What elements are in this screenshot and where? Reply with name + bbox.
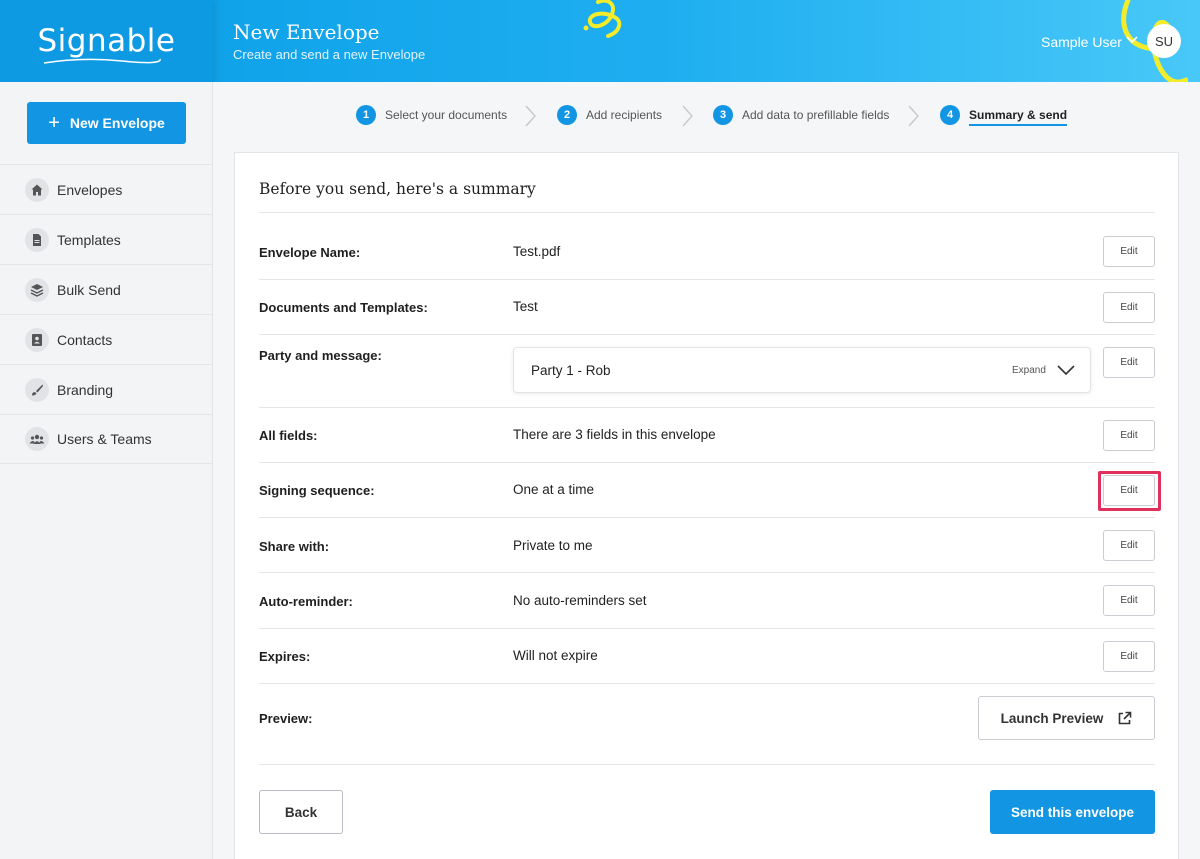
envelope-name-label: Envelope Name:	[259, 245, 361, 260]
auto-reminder-value: No auto-reminders set	[513, 593, 647, 608]
document-icon	[25, 227, 49, 252]
step-label: Add recipients	[586, 108, 663, 122]
chevron-down-icon[interactable]	[1056, 363, 1076, 377]
sidebar: + New Envelope Envelopes Templates Bulk …	[0, 82, 213, 859]
divider	[259, 683, 1155, 684]
sidebar-item-label: Bulk Send	[57, 281, 121, 298]
auto-reminder-label: Auto-reminder:	[259, 594, 353, 609]
logo-swoosh-icon	[43, 58, 161, 64]
divider	[259, 764, 1155, 765]
expires-label: Expires:	[259, 649, 311, 664]
signing-sequence-label: Signing sequence:	[259, 483, 375, 498]
step-label: Select your documents	[385, 108, 508, 122]
envelope-name-value: Test.pdf	[513, 244, 561, 259]
sidebar-item-label: Contacts	[57, 331, 113, 348]
documents-templates-value: Test	[513, 299, 538, 314]
sidebar-item-label: Envelopes	[57, 181, 123, 198]
logo-text: Signable	[37, 23, 176, 59]
signing-sequence-value: One at a time	[513, 482, 595, 497]
back-button[interactable]: Back	[259, 790, 343, 834]
home-icon	[25, 177, 49, 202]
edit-fields-button[interactable]: Edit	[1103, 420, 1155, 451]
edit-expiry-button[interactable]: Edit	[1103, 641, 1155, 672]
divider	[259, 407, 1155, 408]
step-number: 1	[356, 105, 376, 125]
step-summary-send[interactable]: 4 Summary & send	[940, 104, 1068, 126]
step-prefillable-fields[interactable]: 3 Add data to prefillable fields	[713, 104, 889, 126]
sidebar-item-label: Users & Teams	[57, 431, 152, 447]
step-add-recipients[interactable]: 2 Add recipients	[557, 104, 662, 126]
edit-party-button[interactable]: Edit	[1103, 347, 1155, 378]
divider	[259, 334, 1155, 335]
sidebar-item-templates[interactable]: Templates	[0, 214, 212, 264]
divider	[259, 279, 1155, 280]
step-label: Add data to prefillable fields	[742, 108, 890, 122]
divider	[259, 572, 1155, 573]
user-menu-name[interactable]: Sample User	[1041, 34, 1122, 50]
sidebar-item-envelopes[interactable]: Envelopes	[0, 164, 212, 214]
edit-documents-button[interactable]: Edit	[1103, 292, 1155, 323]
sidebar-item-label: Branding	[57, 381, 114, 398]
summary-title: Before you send, here's a summary	[259, 180, 536, 198]
all-fields-label: All fields:	[259, 428, 318, 443]
party-accordion[interactable]: Party 1 - Rob Expand	[513, 347, 1091, 393]
documents-templates-label: Documents and Templates:	[259, 300, 428, 315]
sidebar-item-label: Templates	[57, 231, 121, 248]
page-title: New Envelope	[233, 20, 380, 44]
edit-share-button[interactable]: Edit	[1103, 530, 1155, 561]
brush-icon	[25, 377, 49, 402]
edit-envelope-name-button[interactable]: Edit	[1103, 236, 1155, 267]
sidebar-item-users-teams[interactable]: Users & Teams	[0, 414, 212, 464]
share-with-value: Private to me	[513, 538, 593, 553]
step-select-documents[interactable]: 1 Select your documents	[356, 104, 507, 126]
chevron-right-icon	[908, 105, 919, 127]
sidebar-nav: Envelopes Templates Bulk Send Contacts B…	[0, 164, 212, 464]
divider	[259, 212, 1155, 213]
top-header: Signable New Envelope Create and send a …	[0, 0, 1200, 82]
chevron-right-icon	[525, 105, 536, 127]
contact-card-icon	[25, 327, 49, 352]
chevron-right-icon	[682, 105, 693, 127]
step-number: 3	[713, 105, 733, 125]
divider	[259, 462, 1155, 463]
party-name: Party 1 - Rob	[531, 363, 611, 378]
send-envelope-button[interactable]: Send this envelope	[990, 790, 1155, 834]
divider	[259, 517, 1155, 518]
preview-label: Preview:	[259, 711, 313, 726]
summary-card: Before you send, here's a summary Envelo…	[234, 152, 1179, 859]
edit-reminder-button[interactable]: Edit	[1103, 585, 1155, 616]
launch-preview-label: Launch Preview	[1000, 710, 1104, 726]
avatar[interactable]: SU	[1147, 24, 1181, 58]
signable-logo: Signable	[37, 23, 176, 64]
chevron-down-icon[interactable]	[1125, 33, 1139, 47]
step-label: Summary & send	[969, 108, 1068, 126]
expires-value: Will not expire	[513, 648, 598, 663]
brand-panel[interactable]: Signable	[0, 0, 213, 82]
all-fields-value: There are 3 fields in this envelope	[513, 427, 716, 442]
progress-stepper: 1 Select your documents 2 Add recipients…	[0, 104, 1200, 128]
launch-preview-button[interactable]: Launch Preview	[978, 696, 1155, 740]
users-icon	[25, 427, 49, 451]
edit-signing-sequence-button[interactable]: Edit	[1103, 475, 1155, 506]
sidebar-item-contacts[interactable]: Contacts	[0, 314, 212, 364]
divider	[259, 628, 1155, 629]
layers-icon	[25, 277, 49, 302]
step-number: 4	[940, 105, 960, 125]
sidebar-item-bulk-send[interactable]: Bulk Send	[0, 264, 212, 314]
party-message-label: Party and message:	[259, 348, 382, 363]
sidebar-item-branding[interactable]: Branding	[0, 364, 212, 414]
step-number: 2	[557, 105, 577, 125]
share-with-label: Share with:	[259, 539, 330, 554]
expand-label[interactable]: Expand	[1012, 365, 1046, 376]
external-link-icon	[1119, 711, 1132, 724]
decorative-squiggle-icon	[583, 0, 622, 38]
page-subtitle: Create and send a new Envelope	[233, 47, 426, 62]
